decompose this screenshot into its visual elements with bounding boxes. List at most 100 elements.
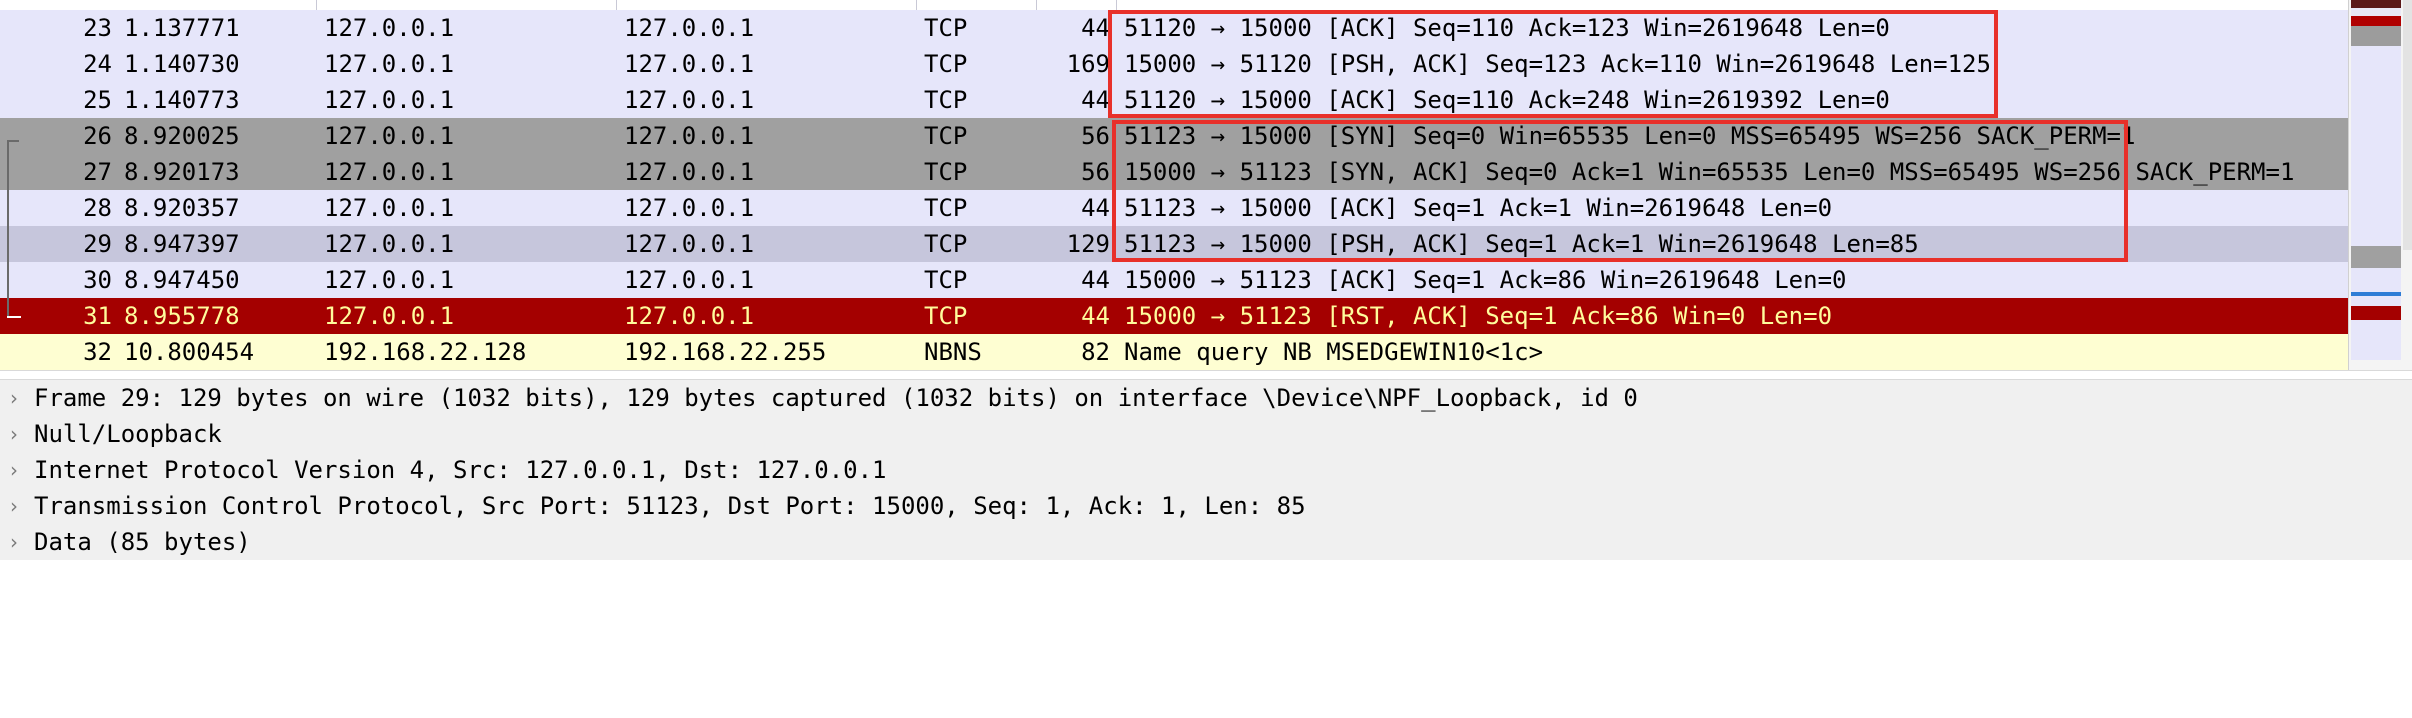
packet-destination: 127.0.0.1 [624, 50, 755, 78]
scrollbar-thumb[interactable] [2403, 0, 2412, 250]
chevron-right-icon[interactable]: › [4, 452, 24, 488]
packet-length: 56 [1081, 122, 1110, 150]
packet-info: 15000 → 51120 [PSH, ACK] Seq=123 Ack=110… [1124, 50, 1991, 78]
packet-length: 129 [1066, 230, 1110, 258]
packet-row[interactable]: 30 8.947450 127.0.0.1 127.0.0.1 TCP 44 15000 →… [0, 262, 2348, 298]
packet-info: 51120 → 15000 [ACK] Seq=110 Ack=248 Win=… [1124, 86, 1890, 114]
chevron-right-icon[interactable]: › [4, 524, 24, 560]
packet-info: 51120 → 15000 [ACK] Seq=110 Ack=123 Win=… [1124, 14, 1890, 42]
wireshark-window: 23 1.137771 127.0.0.1 127.0.0.1 TCP 44 51120 →… [0, 0, 2412, 718]
packet-protocol: TCP [924, 122, 968, 150]
packet-source: 127.0.0.1 [324, 158, 455, 186]
packet-row[interactable]: 23 1.137771 127.0.0.1 127.0.0.1 TCP 44 51120 →… [0, 10, 2348, 46]
detail-tree-item[interactable]: › Internet Protocol Version 4, Src: 127.0… [0, 452, 2412, 488]
minimap-strip [2351, 26, 2401, 46]
packet-source: 127.0.0.1 [324, 122, 455, 150]
packet-length: 44 [1081, 194, 1110, 222]
minimap-strip [2351, 268, 2401, 292]
packet-list[interactable]: 23 1.137771 127.0.0.1 127.0.0.1 TCP 44 51120 →… [0, 0, 2348, 370]
detail-tree-label: Null/Loopback [34, 420, 222, 448]
minimap-strip [2351, 46, 2401, 246]
detail-tree-item[interactable]: › Transmission Control Protocol, Src Port… [0, 488, 2412, 524]
packet-number: 27 [83, 158, 112, 186]
packet-source: 192.168.22.128 [324, 338, 527, 366]
packet-number: 32 [83, 338, 112, 366]
packet-destination: 127.0.0.1 [624, 14, 755, 42]
packet-destination: 127.0.0.1 [624, 266, 755, 294]
packet-number: 30 [83, 266, 112, 294]
packet-destination: 127.0.0.1 [624, 158, 755, 186]
packet-protocol: TCP [924, 50, 968, 78]
minimap-strip [2351, 246, 2401, 268]
packet-protocol: TCP [924, 230, 968, 258]
packet-info: 51123 → 15000 [PSH, ACK] Seq=1 Ack=1 Win… [1124, 230, 1919, 258]
minimap-strip [2351, 296, 2401, 306]
detail-tree-label: Transmission Control Protocol, Src Port:… [34, 492, 1306, 520]
minimap-strip [2351, 0, 2401, 8]
packet-length: 169 [1066, 50, 1110, 78]
packet-destination: 127.0.0.1 [624, 122, 755, 150]
packet-number: 26 [83, 122, 112, 150]
packet-number: 29 [83, 230, 112, 258]
packet-source: 127.0.0.1 [324, 266, 455, 294]
packet-time: 8.920173 [124, 158, 240, 186]
packet-source: 127.0.0.1 [324, 194, 455, 222]
packet-protocol: TCP [924, 194, 968, 222]
packet-list-minimap-scrollbar[interactable] [2348, 0, 2412, 370]
packet-time: 1.140773 [124, 86, 240, 114]
detail-tree-item[interactable]: › Data (85 bytes) [0, 524, 2412, 560]
packet-info: 15000 → 51123 [ACK] Seq=1 Ack=86 Win=261… [1124, 266, 1847, 294]
packet-length: 44 [1081, 14, 1110, 42]
minimap-strip [2351, 320, 2401, 360]
packet-number: 28 [83, 194, 112, 222]
packet-protocol: TCP [924, 86, 968, 114]
packet-info: 15000 → 51123 [SYN, ACK] Seq=0 Ack=1 Win… [1124, 158, 2295, 186]
detail-tree-item[interactable]: › Frame 29: 129 bytes on wire (1032 bits)… [0, 380, 2412, 416]
chevron-right-icon[interactable]: › [4, 380, 24, 416]
minimap-strip [2351, 16, 2401, 26]
packet-protocol: TCP [924, 158, 968, 186]
detail-tree-item[interactable]: › Null/Loopback [0, 416, 2412, 452]
packet-row[interactable]: 31 8.955778 127.0.0.1 127.0.0.1 TCP 44 15000 →… [0, 298, 2348, 334]
packet-row[interactable]: 28 8.920357 127.0.0.1 127.0.0.1 TCP 44 51123 →… [0, 190, 2348, 226]
packet-time: 1.137771 [124, 14, 240, 42]
chevron-right-icon[interactable]: › [4, 416, 24, 452]
packet-length: 44 [1081, 302, 1110, 330]
packet-destination: 127.0.0.1 [624, 86, 755, 114]
packet-row[interactable]: 25 1.140773 127.0.0.1 127.0.0.1 TCP 44 51120 →… [0, 82, 2348, 118]
packet-length: 82 [1081, 338, 1110, 366]
chevron-right-icon[interactable]: › [4, 488, 24, 524]
packet-row[interactable]: 26 8.920025 127.0.0.1 127.0.0.1 TCP 56 51123 →… [0, 118, 2348, 154]
packet-row[interactable]: 27 8.920173 127.0.0.1 127.0.0.1 TCP 56 15000 →… [0, 154, 2348, 190]
packet-number: 31 [83, 302, 112, 330]
detail-tree-label: Internet Protocol Version 4, Src: 127.0.… [34, 456, 887, 484]
packet-info: 51123 → 15000 [SYN] Seq=0 Win=65535 Len=… [1124, 122, 2136, 150]
packet-protocol: TCP [924, 14, 968, 42]
packet-destination: 127.0.0.1 [624, 194, 755, 222]
packet-row[interactable]: 24 1.140730 127.0.0.1 127.0.0.1 TCP 169 15000 … [0, 46, 2348, 82]
conversation-bracket-end [7, 316, 21, 318]
packet-time: 8.955778 [124, 302, 240, 330]
packet-source: 127.0.0.1 [324, 230, 455, 258]
packet-destination: 192.168.22.255 [624, 338, 827, 366]
packet-info: 15000 → 51123 [RST, ACK] Seq=1 Ack=86 Wi… [1124, 302, 1833, 330]
packet-row[interactable]: 32 10.800454 192.168.22.128 192.168.22.255 N… [0, 334, 2348, 370]
packet-row[interactable]: 29 8.947397 127.0.0.1 127.0.0.1 TCP 129 51123 … [0, 226, 2348, 262]
packet-source: 127.0.0.1 [324, 86, 455, 114]
packet-number: 25 [83, 86, 112, 114]
packet-time: 8.920357 [124, 194, 240, 222]
packet-time: 1.140730 [124, 50, 240, 78]
packet-time: 8.920025 [124, 122, 240, 150]
packet-destination: 127.0.0.1 [624, 230, 755, 258]
packet-info: Name query NB MSEDGEWIN10<1c> [1124, 338, 1544, 366]
packet-protocol: TCP [924, 266, 968, 294]
detail-tree-label: Frame 29: 129 bytes on wire (1032 bits),… [34, 384, 1638, 412]
packet-length: 56 [1081, 158, 1110, 186]
pane-splitter[interactable] [0, 370, 2412, 380]
conversation-bracket-start [7, 140, 19, 142]
minimap-strip [2351, 8, 2401, 16]
packet-details-pane[interactable]: › Frame 29: 129 bytes on wire (1032 bits)… [0, 380, 2412, 560]
packet-number: 24 [83, 50, 112, 78]
packet-protocol: TCP [924, 302, 968, 330]
packet-time: 10.800454 [124, 338, 255, 366]
